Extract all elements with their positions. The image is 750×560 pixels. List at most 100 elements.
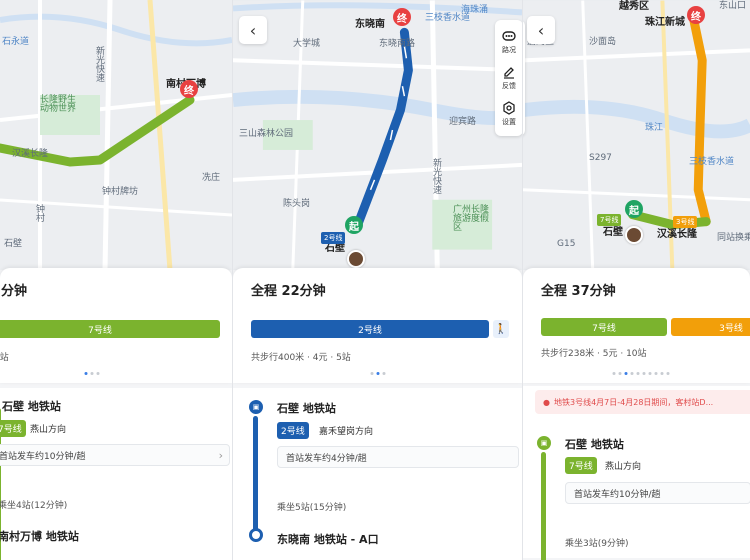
map-label: 石永道 [2,37,30,47]
settings-label: 设置 [502,118,516,126]
line-tag: 2号线 [321,232,346,244]
page-dot [654,372,658,375]
settings-button[interactable]: 设置 [495,96,522,132]
map-canvas-1 [0,0,232,270]
frequency-text: 首站发车约10分钟/趟 [574,489,661,500]
page-dot [90,372,94,375]
ride-info[interactable]: 乘坐3站(9分钟) [565,536,628,549]
route-summary-card-1[interactable]: 7分钟 7号线 4站 [0,268,232,383]
ride-info[interactable]: 乘坐5站(15分钟) [277,500,346,513]
route-detail-1: 石壁 地铁站 7号线 燕山方向 首站发车约10分钟/趟 › 乘坐4站(12分钟)… [0,388,232,560]
frequency-text: 首站发车约4分钟/趟 [286,453,367,464]
start-station: 石壁 地铁站 [277,402,336,415]
segment-line-7: 7号线 [0,320,220,338]
edit-icon [504,67,514,79]
traffic-label: 路况 [502,46,516,54]
map-view-1[interactable]: 石永道 新光快速 长隆野生动物世界 南村万博 钟村牌坊 汉溪长隆 冼庄 钟村 石… [0,0,232,270]
page-dots [612,372,670,375]
traffic-icon [502,31,516,41]
route-rail [253,416,258,536]
start-marker[interactable]: 起 [345,216,363,234]
end-marker[interactable]: 终 [180,80,198,98]
metro-icon: ▣ [249,400,263,414]
frequency-text: 首站发车约10分钟/趟 [0,451,86,462]
frequency-row[interactable]: 首站发车约4分钟/趟 [277,446,519,468]
map-label: 汉溪长隆 [657,229,697,240]
map-label: S297 [589,153,612,163]
map-label: 新光快速 [96,47,106,84]
ride-info[interactable]: 乘坐4站(12分钟) [0,498,67,511]
page-dot [382,372,385,375]
direction-text: 嘉禾望岗方向 [319,427,374,437]
segment-line-7: 7号线 [541,318,667,336]
back-button[interactable]: ‹ [239,16,267,44]
route-detail-2: ▣ 石壁 地铁站 2号线 嘉禾望岗方向 首站发车约4分钟/趟 乘坐5站(15分钟… [233,388,522,560]
map-label: 陈头岗 [283,199,311,209]
map-label: 东山口 [719,1,747,11]
page-dot [624,372,628,375]
map-label: 珠江新城 [645,17,685,28]
notice-text: 地铁3号线4月7日-4月28日期间，客村站D... [553,397,714,407]
end-marker[interactable]: 终 [393,8,411,26]
route-meta: 共步行238米 · 5元 · 10站 [541,349,647,359]
map-view-2[interactable]: 三枝香水道 海珠涌 东晓南 东晓南路 迎宾路 三山森林公园 陈头岗 石壁 广州长… [233,0,522,270]
page-dot [636,372,640,375]
map-label: 珠江 [645,123,664,133]
route-panel-3: 越秀区 东山口 珠江新城 荔湾区 沙面岛 珠江 三枝香水道 汉溪长隆 石壁 同站… [522,0,750,560]
map-label: 海珠涌 [461,5,489,15]
page-dot [642,372,646,375]
end-marker[interactable]: 终 [687,6,705,24]
segment-line-2: 2号线 [251,320,489,338]
map-label: 三枝香水道 [689,157,735,167]
page-dot [666,372,670,375]
route-panel-1: 石永道 新光快速 长隆野生动物世界 南村万博 钟村牌坊 汉溪长隆 冼庄 钟村 石… [0,0,232,560]
screen: 石永道 新光快速 长隆野生动物世界 南村万博 钟村牌坊 汉溪长隆 冼庄 钟村 石… [0,0,750,560]
map-toolbar-3: 路况 反馈 设置 [523,20,525,136]
end-station: 东晓南 地铁站 - A口 [277,533,379,546]
page-dot [648,372,652,375]
back-button[interactable]: ‹ [527,16,555,44]
direction-text: 燕山方向 [30,425,67,435]
route-meta: 4站 [0,353,9,363]
route-detail-3: ● 地铁3号线4月7日-4月28日期间，客村站D... ▣ 石壁 地铁站 7号线… [523,386,750,560]
traffic-button[interactable]: 路况 [523,24,525,60]
feedback-button[interactable]: 反馈 [523,60,525,96]
traffic-button[interactable]: 路况 [495,24,522,60]
map-label: 石壁 [603,227,623,238]
feedback-button[interactable]: 反馈 [495,60,522,96]
frequency-row[interactable]: 首站发车约10分钟/趟 [565,482,750,504]
start-station: 石壁 地铁站 [565,438,624,451]
chevron-left-icon: ‹ [249,20,257,40]
frequency-row[interactable]: 首站发车约10分钟/趟 › [0,444,230,466]
map-label: 东晓南 [355,19,385,30]
map-label: 广州长隆旅游度假区 [453,205,490,233]
map-view-3[interactable]: 越秀区 东山口 珠江新城 荔湾区 沙面岛 珠江 三枝香水道 汉溪长隆 石壁 同站… [523,0,750,270]
direction-text: 燕山方向 [605,462,642,472]
end-station-dot [249,528,263,542]
map-label: 大学城 [293,39,321,49]
total-time: 全程 37分钟 [541,284,616,299]
settings-button[interactable]: 设置 [523,96,525,132]
avatar [347,250,365,268]
service-notice[interactable]: ● 地铁3号线4月7日-4月28日期间，客村站D... [535,390,750,414]
map-label: 三枝香水道 [425,13,471,23]
page-dot [84,372,88,375]
route-meta: 共步行400米 · 4元 · 5站 [251,353,351,363]
end-station: 南村万博 地铁站 [0,530,79,543]
page-dot [612,372,616,375]
map-toolbar-2: 路况 反馈 设置 [495,20,522,136]
map-label: 汉溪长隆 [12,149,49,159]
alert-icon: ● [543,397,550,407]
metro-icon: ▣ [537,436,551,450]
map-label: 冼庄 [202,173,221,183]
map-label: 钟村牌坊 [102,187,139,197]
page-dot [376,372,379,375]
total-time: 7分钟 [0,284,28,299]
segment-line-3: 3号线 [671,318,750,336]
route-summary-card-3[interactable]: 全程 37分钟 7号线 3号线 共步行238米 · 5元 · 10站 [523,268,750,383]
line-badge: 7号线 [565,457,597,474]
start-marker[interactable]: 起 [625,200,643,218]
route-summary-card-2[interactable]: 全程 22分钟 2号线 🚶 共步行400米 · 4元 · 5站 [233,268,522,383]
route-panel-2: 三枝香水道 海珠涌 东晓南 东晓南路 迎宾路 三山森林公园 陈头岗 石壁 广州长… [232,0,522,560]
map-label: 石壁 [325,243,345,254]
